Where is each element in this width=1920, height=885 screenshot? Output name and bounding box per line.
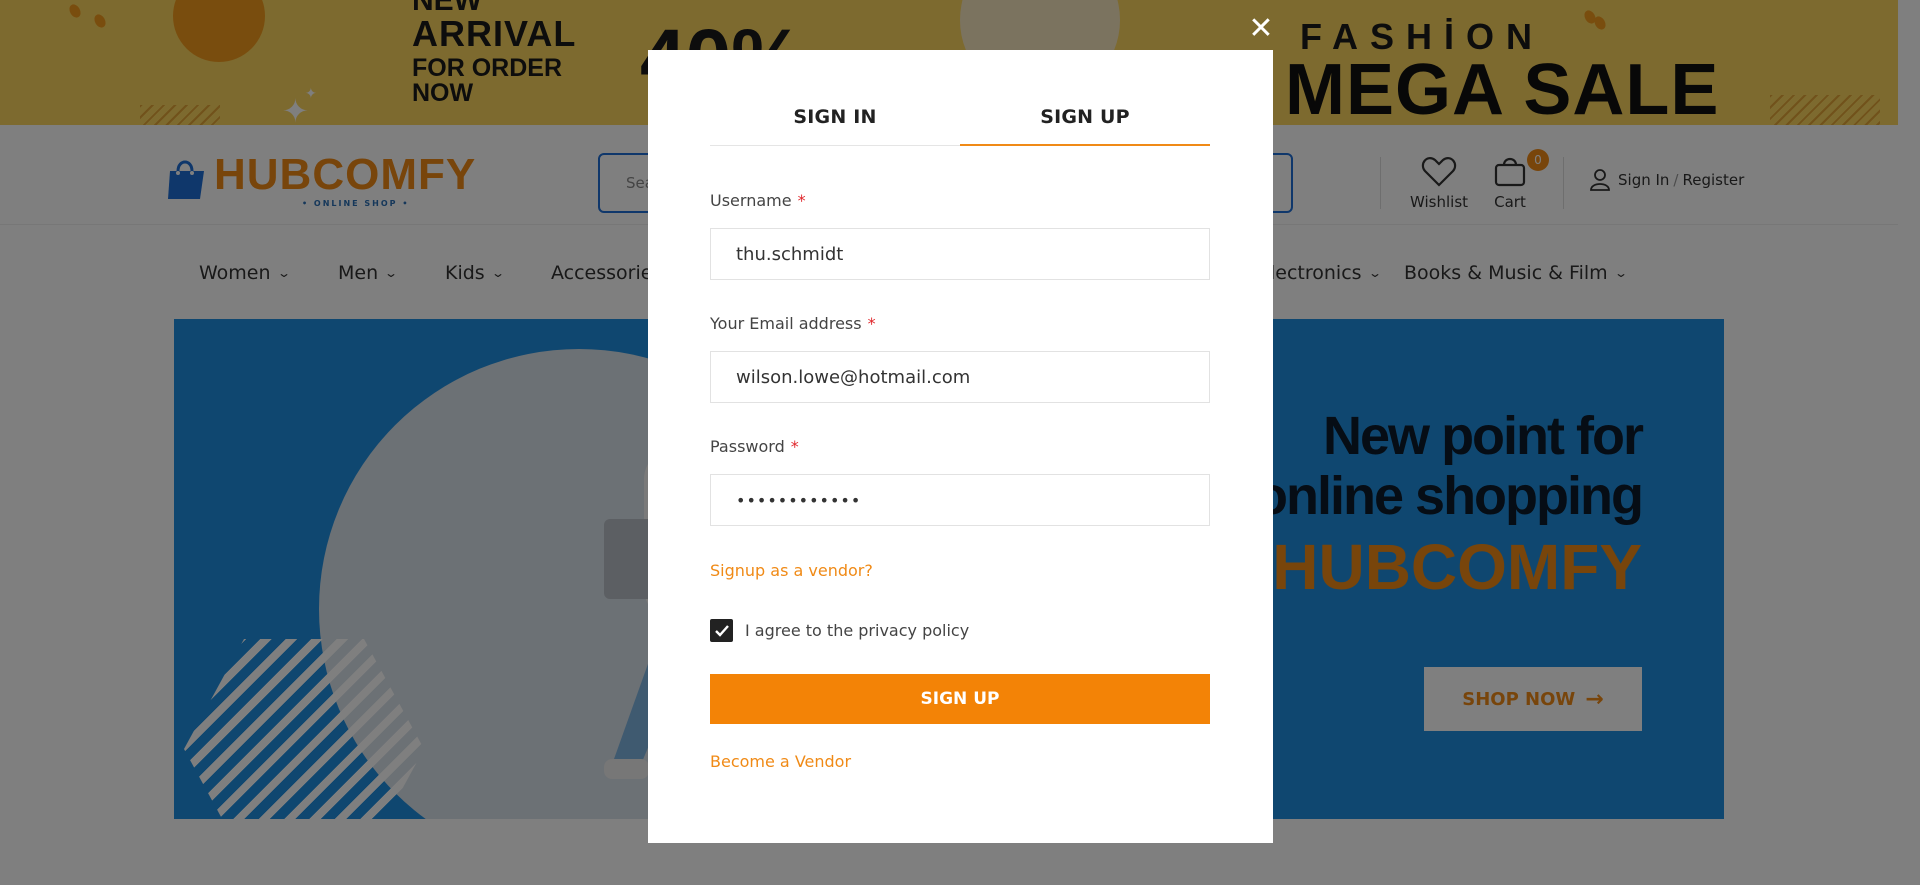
password-value: •••••••••••• xyxy=(736,490,862,510)
password-label-text: Password xyxy=(710,437,785,456)
signup-as-vendor-link[interactable]: Signup as a vendor? xyxy=(710,561,873,580)
privacy-checkbox[interactable] xyxy=(710,619,733,642)
password-field[interactable]: •••••••••••• xyxy=(710,474,1210,526)
email-label: Your Email address * xyxy=(710,314,876,333)
become-vendor-link[interactable]: Become a Vendor xyxy=(710,752,851,771)
email-field[interactable]: wilson.lowe@hotmail.com xyxy=(710,351,1210,403)
username-field[interactable]: thu.schmidt xyxy=(710,228,1210,280)
required-mark: * xyxy=(797,191,806,210)
auth-modal: SIGN IN SIGN UP Username * thu.schmidt Yo… xyxy=(648,50,1273,843)
required-mark: * xyxy=(790,437,799,456)
email-value: wilson.lowe@hotmail.com xyxy=(736,366,971,388)
privacy-agreement-text: I agree to the privacy policy xyxy=(745,621,970,640)
tab-sign-up[interactable]: SIGN UP xyxy=(960,106,1210,146)
username-label: Username * xyxy=(710,191,806,210)
required-mark: * xyxy=(867,314,876,333)
close-icon[interactable]: ✕ xyxy=(1248,14,1274,44)
privacy-agreement: I agree to the privacy policy xyxy=(710,619,969,642)
sign-up-button[interactable]: SIGN UP xyxy=(710,674,1210,724)
auth-tabs: SIGN IN SIGN UP xyxy=(710,106,1210,146)
username-label-text: Username xyxy=(710,191,792,210)
username-value: thu.schmidt xyxy=(736,243,844,265)
password-label: Password * xyxy=(710,437,799,456)
checkmark-icon xyxy=(714,624,729,637)
tab-sign-in[interactable]: SIGN IN xyxy=(710,106,960,145)
email-label-text: Your Email address xyxy=(710,314,862,333)
